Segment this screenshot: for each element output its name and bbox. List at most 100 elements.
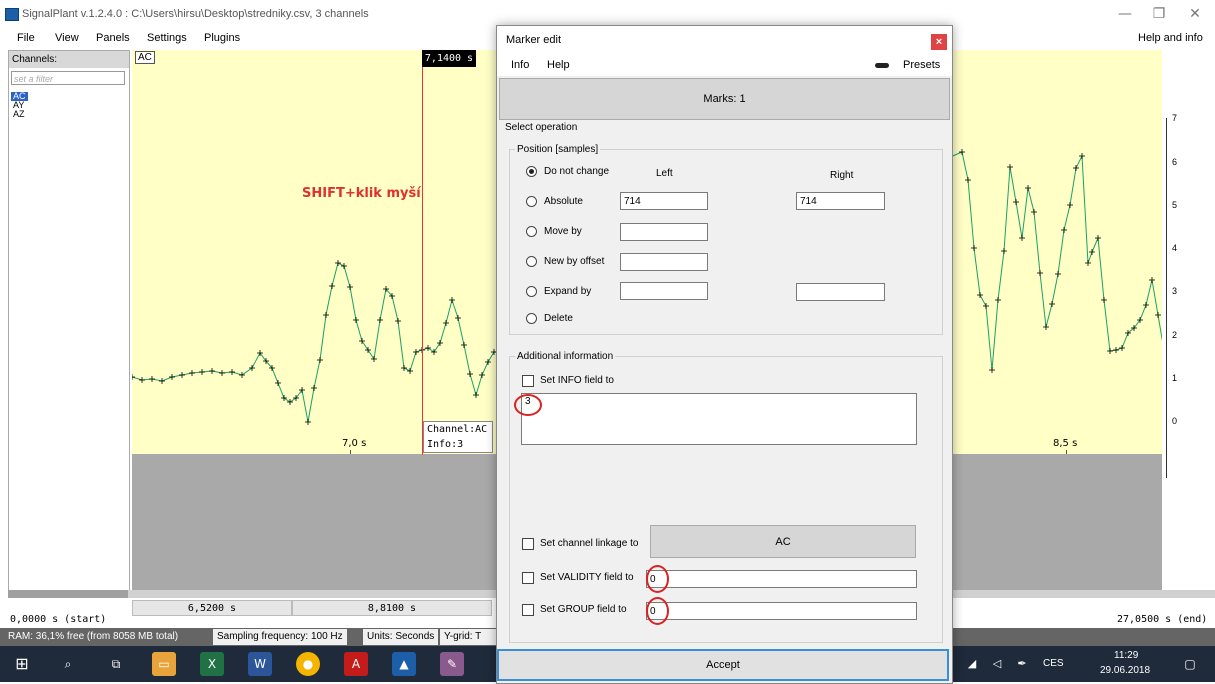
channel-panel-title: Channels: (12, 54, 58, 65)
minimize-button[interactable]: — (1115, 6, 1135, 22)
set-group-checkbox[interactable] (522, 604, 534, 616)
group-input[interactable]: 0 (646, 602, 917, 620)
signalplant-taskbar-icon[interactable]: ▲ (392, 652, 416, 676)
y-tick-3: 3 (1172, 286, 1178, 296)
y-tick-1: 1 (1172, 373, 1178, 383)
radio-move-by[interactable] (526, 226, 537, 237)
timeline-view-start[interactable]: 6,5200 s (132, 600, 292, 616)
info-textarea[interactable]: 3 (521, 393, 917, 445)
search-icon[interactable]: ⌕ (56, 652, 80, 676)
radio-delete-label[interactable]: Delete (544, 313, 573, 324)
y-axis-line (1166, 118, 1167, 478)
marker-tooltip: Channel:AC Info:3 (423, 421, 493, 453)
radio-delete[interactable] (526, 313, 537, 324)
radio-do-not-change[interactable] (526, 166, 537, 177)
expand-by-right-input[interactable] (796, 283, 885, 301)
network-icon[interactable]: ◢ (960, 652, 984, 676)
y-tick-4: 4 (1172, 243, 1178, 253)
y-tick-5: 5 (1172, 200, 1178, 210)
menu-plugins[interactable]: Plugins (204, 32, 240, 44)
notifications-icon[interactable]: ▢ (1178, 652, 1202, 676)
accept-button[interactable]: Accept (497, 649, 949, 681)
excel-icon[interactable]: X (200, 652, 224, 676)
marks-count: Marks: 1 (499, 78, 950, 120)
menu-panels[interactable]: Panels (96, 32, 130, 44)
additional-info-label: Additional information (515, 351, 616, 362)
channel-filter-input[interactable]: set a filter (11, 71, 125, 85)
y-tick-2: 2 (1172, 330, 1178, 340)
timeline-view-end[interactable]: 8,8100 s (292, 600, 492, 616)
status-ygrid: Y-grid: T (440, 629, 496, 645)
scrollbar-thumb[interactable] (8, 590, 128, 598)
file-explorer-icon[interactable]: ▭ (152, 652, 176, 676)
y-tick-7: 7 (1172, 113, 1178, 123)
set-group-label[interactable]: Set GROUP field to (540, 604, 627, 615)
plot-channel-label: AC (135, 51, 155, 64)
position-group-label: Position [samples] (515, 144, 601, 155)
chrome-icon[interactable]: ● (296, 652, 320, 676)
set-info-label[interactable]: Set INFO field to (540, 375, 614, 386)
channel-linkage-button[interactable]: AC (650, 525, 916, 558)
acrobat-icon[interactable]: A (344, 652, 368, 676)
radio-absolute[interactable] (526, 196, 537, 207)
set-validity-label[interactable]: Set VALIDITY field to (540, 572, 634, 583)
marker-edit-dialog: Marker edit × Info Help Presets Marks: 1… (496, 25, 953, 684)
info-highlight-circle (514, 394, 542, 416)
dialog-menu-info[interactable]: Info (511, 59, 529, 71)
radio-do-not-change-label[interactable]: Do not change (544, 166, 609, 177)
dialog-close-button[interactable]: × (931, 34, 947, 50)
absolute-right-input[interactable]: 714 (796, 192, 885, 210)
validity-highlight-circle (646, 565, 669, 593)
set-info-checkbox[interactable] (522, 375, 534, 387)
restore-button[interactable]: ❐ (1149, 6, 1169, 22)
dialog-menu-help[interactable]: Help (547, 59, 570, 71)
expand-by-left-input[interactable] (620, 282, 708, 300)
windows-start-icon[interactable]: ⊞ (10, 652, 34, 676)
timeline-end: 27,0500 s (end) (1117, 614, 1208, 625)
app-icon (5, 8, 19, 21)
set-channel-linkage-label[interactable]: Set channel linkage to (540, 538, 638, 549)
channel-panel: Channels: set a filter AC AY AZ (8, 50, 130, 592)
paint-icon[interactable]: ✎ (440, 652, 464, 676)
menu-help-and-info[interactable]: Help and info (1138, 32, 1203, 44)
clock-date[interactable]: 29.06.2018 (1100, 665, 1150, 676)
presets-icon (875, 63, 889, 68)
language-indicator[interactable]: CES (1043, 658, 1064, 669)
validity-input[interactable]: 0 (646, 570, 917, 588)
radio-new-by-offset[interactable] (526, 256, 537, 267)
volume-icon[interactable]: ◁ (985, 652, 1009, 676)
radio-new-by-offset-label[interactable]: New by offset (544, 256, 604, 267)
radio-expand-by-label[interactable]: Expand by (544, 286, 591, 297)
radio-expand-by[interactable] (526, 286, 537, 297)
absolute-left-input[interactable]: 714 (620, 192, 708, 210)
time-cursor-line[interactable] (422, 50, 423, 455)
x-tick-right (1066, 450, 1067, 454)
set-validity-checkbox[interactable] (522, 572, 534, 584)
y-tick-6: 6 (1172, 157, 1178, 167)
word-icon[interactable]: W (248, 652, 272, 676)
status-units: Units: Seconds (363, 629, 439, 645)
presets-menu[interactable]: Presets (903, 59, 940, 71)
y-tick-0: 0 (1172, 416, 1178, 426)
set-channel-linkage-checkbox[interactable] (522, 538, 534, 550)
menu-view[interactable]: View (55, 32, 79, 44)
task-view-icon[interactable]: ⧉ (104, 652, 128, 676)
status-ram: RAM: 36,1% free (from 8058 MB total) (8, 631, 179, 642)
time-cursor-label: 7,1400 s (422, 50, 476, 67)
column-right-label: Right (830, 170, 854, 181)
menu-file[interactable]: File (17, 32, 35, 44)
move-by-input[interactable] (620, 223, 708, 241)
marker-info-text: Info:3 (427, 439, 464, 450)
column-left-label: Left (656, 168, 673, 179)
radio-move-by-label[interactable]: Move by (544, 226, 582, 237)
clock-time[interactable]: 11:29 (1114, 650, 1138, 661)
close-window-button[interactable]: ✕ (1185, 6, 1205, 22)
radio-absolute-label[interactable]: Absolute (544, 196, 583, 207)
window-title: SignalPlant v.1.2.4.0 : C:\Users\hirsu\D… (22, 8, 369, 20)
new-by-offset-input[interactable] (620, 253, 708, 271)
pen-icon[interactable]: ✒ (1010, 652, 1034, 676)
channel-item-az[interactable]: AZ (11, 110, 27, 119)
x-axis-label-left: 7,0 s (342, 438, 367, 449)
menu-settings[interactable]: Settings (147, 32, 187, 44)
dialog-menu-bar: Info Help Presets (497, 54, 952, 76)
